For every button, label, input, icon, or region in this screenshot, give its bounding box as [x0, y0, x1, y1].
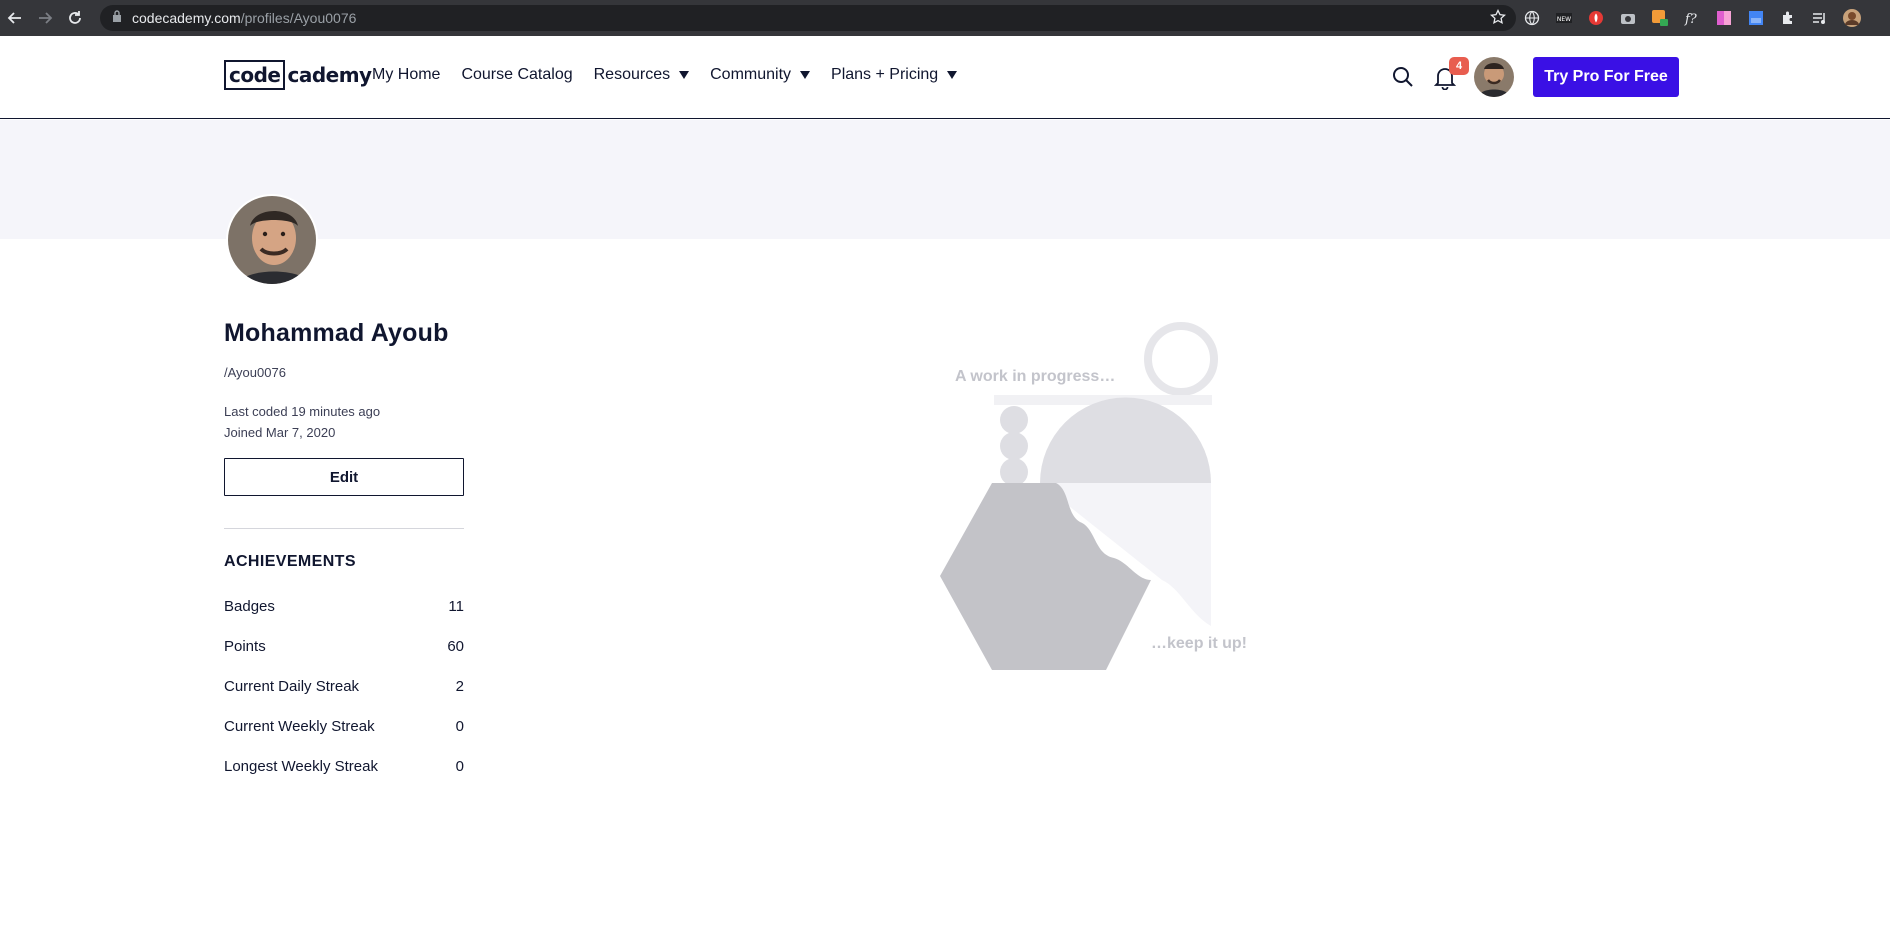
nav-label: My Home	[372, 66, 441, 83]
reload-icon[interactable]	[60, 0, 90, 36]
site-header: code cademy My Home Course Catalog Resour…	[0, 36, 1890, 119]
bookmark-star-icon[interactable]	[1490, 8, 1506, 30]
ball-shape	[1000, 458, 1028, 486]
url-host: codecademy.com	[132, 10, 241, 26]
forward-icon[interactable]	[30, 0, 60, 36]
profile-name: Mohammad Ayoub	[224, 319, 449, 347]
achievements-list: Badges 11 Points 60 Current Daily Streak 2 …	[224, 586, 464, 786]
nav-label: Course Catalog	[461, 66, 573, 83]
nav-community[interactable]: Community	[710, 66, 811, 84]
nav-label: Community	[710, 66, 792, 83]
profile-icon[interactable]	[1842, 8, 1862, 28]
ball-shape	[1000, 406, 1028, 434]
lock-icon	[112, 9, 122, 27]
achievements-heading: ACHIEVEMENTS	[224, 553, 356, 570]
nav-label: Plans + Pricing	[831, 66, 939, 83]
achievement-value: 60	[447, 637, 464, 655]
logo-rest-text: cademy	[287, 63, 372, 87]
svg-text:NEW: NEW	[1557, 16, 1571, 23]
caret-down-icon	[679, 71, 690, 79]
caret-down-icon	[947, 71, 958, 79]
edit-profile-button[interactable]: Edit	[224, 458, 464, 496]
caret-down-icon	[800, 71, 811, 79]
achievement-row-badges: Badges 11	[224, 586, 464, 626]
profile-avatar	[226, 194, 318, 286]
achievement-label: Current Daily Streak	[224, 677, 360, 695]
achievement-row-daily-streak: Current Daily Streak 2	[224, 666, 464, 706]
logo-boxed-text: code	[224, 60, 286, 90]
search-icon[interactable]	[1391, 65, 1415, 94]
profile-meta: Last coded 19 minutes ago Joined Mar 7, …	[224, 401, 380, 443]
extensions-bar: NEW f?	[1522, 0, 1862, 36]
new-badge-extension-icon[interactable]: NEW	[1554, 8, 1574, 28]
orange-extension-icon[interactable]	[1650, 8, 1670, 28]
try-pro-button[interactable]: Try Pro For Free	[1533, 57, 1679, 97]
achievement-row-points: Points 60	[224, 626, 464, 666]
image-extension-icon[interactable]	[1746, 8, 1766, 28]
browser-toolbar: codecademy.com/profiles/Ayou0076 NEW f?	[0, 0, 1890, 36]
nav-my-home[interactable]: My Home	[372, 66, 440, 84]
puzzle-icon[interactable]	[1778, 8, 1798, 28]
achievement-value: 0	[455, 717, 464, 735]
achievement-value: 2	[455, 677, 464, 695]
illustration-caption-bottom: …keep it up!	[1151, 635, 1248, 652]
url-text: codecademy.com/profiles/Ayou0076	[132, 10, 356, 26]
nav-course-catalog[interactable]: Course Catalog	[461, 66, 572, 84]
ring-shape	[1144, 322, 1218, 396]
url-path: /profiles/Ayou0076	[240, 10, 357, 26]
nav-label: Resources	[593, 66, 671, 83]
achievement-row-weekly-streak: Current Weekly Streak 0	[224, 706, 464, 746]
pink-extension-icon[interactable]	[1714, 8, 1734, 28]
nav-plans-pricing[interactable]: Plans + Pricing	[831, 66, 958, 84]
ball-shape	[1000, 432, 1028, 460]
media-queue-icon[interactable]	[1810, 8, 1830, 28]
address-bar[interactable]: codecademy.com/profiles/Ayou0076	[100, 5, 1516, 31]
globe-extension-icon[interactable]	[1522, 8, 1542, 28]
achievement-row-longest-weekly-streak: Longest Weekly Streak 0	[224, 746, 464, 786]
main-nav: My Home Course Catalog Resources Communi…	[372, 66, 958, 84]
illustration-caption-top: A work in progress…	[955, 368, 1116, 385]
achievement-label: Current Weekly Streak	[224, 717, 375, 735]
codecademy-logo[interactable]: code cademy	[224, 60, 372, 90]
svg-text:f?: f?	[1684, 12, 1698, 26]
notification-count-badge: 4	[1449, 57, 1469, 75]
formula-icon[interactable]: f?	[1682, 8, 1702, 28]
user-avatar[interactable]	[1474, 57, 1514, 97]
nav-resources[interactable]: Resources	[593, 66, 690, 84]
half-dome-shape	[1040, 397, 1211, 483]
achievement-label: Points	[224, 637, 266, 655]
achievement-label: Badges	[224, 597, 275, 615]
last-coded-text: Last coded 19 minutes ago	[224, 404, 381, 419]
red-extension-icon[interactable]	[1586, 8, 1606, 28]
achievement-label: Longest Weekly Streak	[224, 757, 378, 775]
back-icon[interactable]	[0, 0, 30, 36]
camera-icon[interactable]	[1618, 8, 1638, 28]
achievement-value: 11	[448, 597, 464, 615]
divider	[224, 528, 464, 529]
joined-text: Joined Mar 7, 2020	[224, 425, 336, 440]
profile-handle: /Ayou0076	[224, 365, 286, 380]
achievement-value: 0	[455, 757, 464, 775]
